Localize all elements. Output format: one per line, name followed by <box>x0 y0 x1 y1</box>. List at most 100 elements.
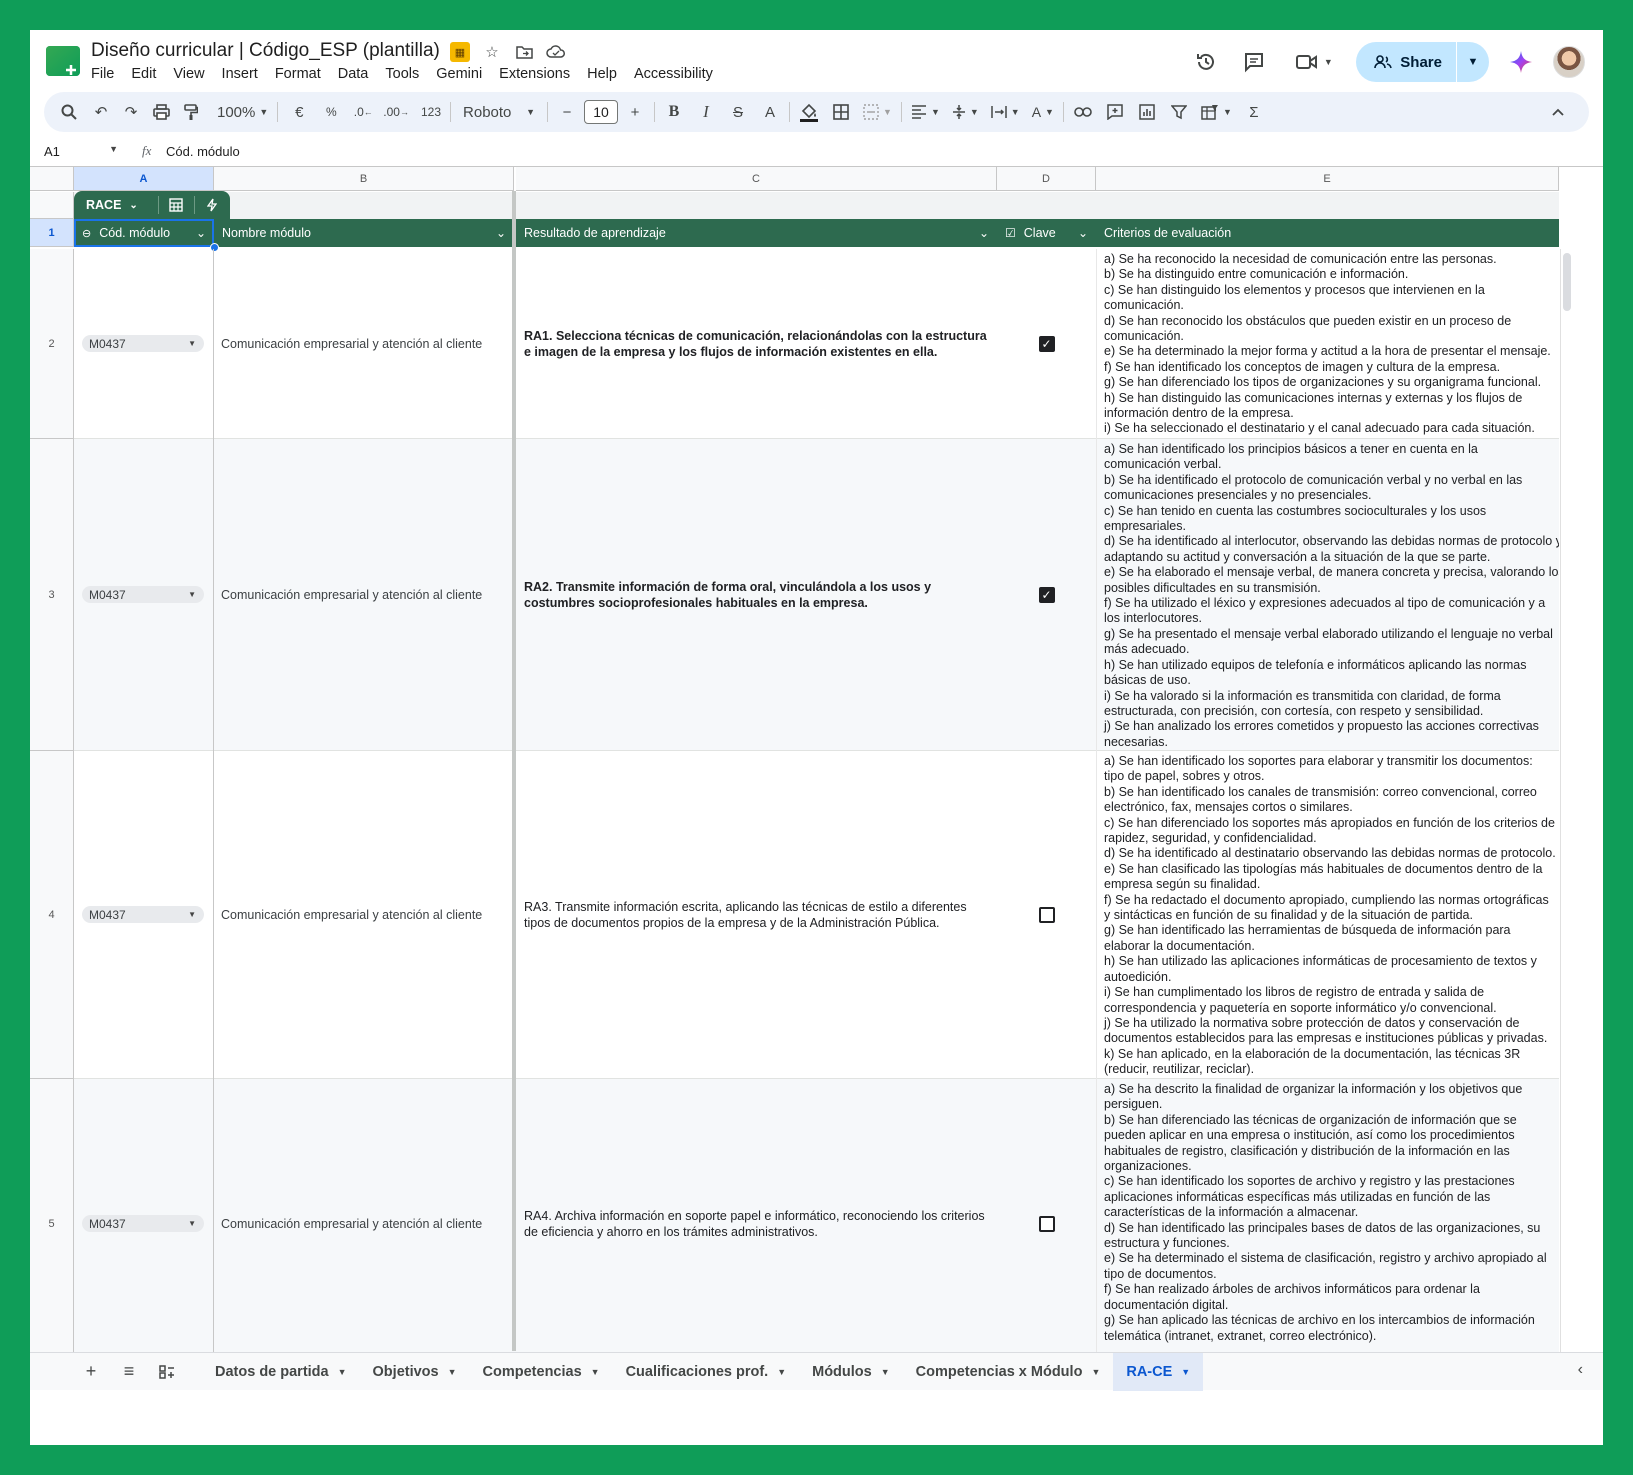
insert-comment-icon[interactable] <box>1102 98 1128 126</box>
text-rotation-icon[interactable]: A ▼ <box>1029 98 1057 126</box>
sheet-tab-menu-icon[interactable]: ▼ <box>591 1367 600 1377</box>
sheet-tab-menu-icon[interactable]: ▼ <box>881 1367 890 1377</box>
cell-clave[interactable] <box>997 1079 1096 1368</box>
column-menu-chevron-icon[interactable]: ⌄ <box>196 226 206 240</box>
cell-resultado[interactable]: RA1. Selecciona técnicas de comunicación… <box>516 249 997 438</box>
increase-font-size-button[interactable]: + <box>622 98 648 126</box>
cell-clave[interactable] <box>997 751 1096 1078</box>
functions-icon[interactable]: Σ <box>1241 98 1267 126</box>
select-all-corner[interactable] <box>30 167 74 191</box>
table-automation-bolt-icon[interactable] <box>195 196 231 214</box>
cell-codigo[interactable]: M0437 ▼ <box>74 1079 213 1368</box>
menu-file[interactable]: File <box>91 66 114 82</box>
horizontal-align-icon[interactable]: ▼ <box>908 98 943 126</box>
sheets-logo-icon[interactable] <box>46 46 80 76</box>
star-icon[interactable]: ☆ <box>482 42 502 62</box>
vertical-align-icon[interactable]: ▼ <box>949 98 982 126</box>
column-header-c[interactable]: C <box>516 167 997 191</box>
menu-edit[interactable]: Edit <box>131 66 156 82</box>
clave-checkbox[interactable]: ✓ <box>1038 335 1055 352</box>
formula-input[interactable]: Cód. módulo <box>166 144 240 159</box>
sheet-tab-menu-icon[interactable]: ▼ <box>777 1367 786 1377</box>
row-header-2[interactable]: 2 <box>30 249 74 439</box>
sheet-tab-objetivos[interactable]: Objetivos ▼ <box>360 1353 470 1391</box>
workflow-icon[interactable]: ▦ <box>450 42 470 62</box>
column-header-a[interactable]: A <box>74 167 214 191</box>
cell-criterios[interactable]: a) Se han identificado los soportes para… <box>1096 751 1559 1078</box>
italic-button[interactable]: I <box>693 98 719 126</box>
cell-codigo[interactable]: M0437 ▼ <box>74 751 213 1078</box>
menu-view[interactable]: View <box>173 66 204 82</box>
text-color-button[interactable]: A <box>757 98 783 126</box>
cell-codigo[interactable]: M0437 ▼ <box>74 439 213 750</box>
cell-codigo[interactable]: M0437 ▼ <box>74 249 213 438</box>
merge-cells-icon[interactable]: ▼ <box>860 98 895 126</box>
all-sheets-icon[interactable]: ≡ <box>110 1355 148 1389</box>
clave-checkbox[interactable] <box>1038 906 1055 923</box>
decrease-decimal-button[interactable]: .0 ← <box>350 98 376 126</box>
font-family-select[interactable]: Roboto ▼ <box>457 98 541 126</box>
cell-criterios[interactable]: a) Se ha reconocido la necesidad de comu… <box>1096 249 1559 438</box>
cell-nombre[interactable]: Comunicación empresarial y atención al c… <box>213 1079 513 1368</box>
sheet-list-view-icon[interactable] <box>148 1355 186 1389</box>
menu-tools[interactable]: Tools <box>385 66 419 82</box>
font-size-input[interactable]: 10 <box>584 100 619 124</box>
table-name-tab[interactable]: RACE ⌄ <box>74 191 230 219</box>
sheet-tab-menu-icon[interactable]: ▼ <box>338 1367 347 1377</box>
share-dropdown-icon[interactable]: ▼ <box>1457 42 1489 82</box>
sheet-tab-ra-ce[interactable]: RA-CE ▼ <box>1113 1352 1204 1391</box>
sheet-tab-menu-icon[interactable]: ▼ <box>448 1367 457 1377</box>
menu-extensions[interactable]: Extensions <box>499 66 570 82</box>
insert-chart-icon[interactable] <box>1134 98 1160 126</box>
print-icon[interactable] <box>148 98 174 126</box>
format-currency-button[interactable]: € <box>286 98 312 126</box>
sheet-tab-menu-icon[interactable]: ▼ <box>1091 1367 1100 1377</box>
row-header-3[interactable]: 3 <box>30 439 74 751</box>
cell-clave[interactable]: ✓ <box>997 249 1096 438</box>
column-menu-chevron-icon[interactable]: ⌄ <box>979 226 989 240</box>
column-menu-chevron-icon[interactable]: ⌄ <box>496 226 506 240</box>
bold-button[interactable]: B <box>661 98 687 126</box>
vertical-scrollbar[interactable] <box>1560 249 1573 1359</box>
insert-link-icon[interactable] <box>1070 98 1096 126</box>
row-header-1[interactable]: 1 <box>30 219 74 247</box>
increase-decimal-button[interactable]: .00 → <box>380 98 412 126</box>
decrease-font-size-button[interactable]: − <box>554 98 580 126</box>
text-wrapping-icon[interactable]: ▼ <box>988 98 1023 126</box>
dropdown-chip[interactable]: M0437 ▼ <box>82 1215 204 1232</box>
clave-checkbox[interactable]: ✓ <box>1038 586 1055 603</box>
cell-nombre[interactable]: Comunicación empresarial y atención al c… <box>213 249 513 438</box>
cell-criterios[interactable]: a) Se han identificado los principios bá… <box>1096 439 1559 750</box>
sheet-tab-datos-de-partida[interactable]: Datos de partida ▼ <box>202 1353 360 1391</box>
frozen-column-divider[interactable] <box>512 191 516 1351</box>
row-header-4[interactable]: 4 <box>30 751 74 1079</box>
share-button[interactable]: Share ▼ <box>1356 42 1489 82</box>
menu-gemini[interactable]: Gemini <box>436 66 482 82</box>
column-menu-chevron-icon[interactable]: ⌄ <box>1078 226 1088 240</box>
cell-resultado[interactable]: RA4. Archiva información en soporte pape… <box>516 1079 997 1368</box>
document-title[interactable]: Diseño curricular | Código_ESP (plantill… <box>91 40 440 62</box>
more-formats-button[interactable]: 123 <box>418 98 444 126</box>
cell-criterios[interactable]: a) Se ha descrito la finalidad de organi… <box>1096 1079 1559 1368</box>
hide-menus-icon[interactable] <box>1545 98 1571 126</box>
meet-video-icon[interactable]: ▼ <box>1288 42 1340 82</box>
sheet-tab-competencias-x-modulo[interactable]: Competencias x Módulo ▼ <box>903 1353 1114 1391</box>
sheet-grid[interactable]: A B C D E RACE ⌄ 1 2 3 4 5 ⊖ Cód. módulo … <box>30 166 1603 1428</box>
vertical-scroll-thumb[interactable] <box>1563 253 1571 311</box>
borders-icon[interactable] <box>828 98 854 126</box>
strikethrough-button[interactable]: S <box>725 98 751 126</box>
menu-help[interactable]: Help <box>587 66 617 82</box>
user-avatar[interactable] <box>1553 46 1585 78</box>
menu-data[interactable]: Data <box>338 66 369 82</box>
header-nombre-modulo[interactable]: Nombre módulo ⌄ <box>214 219 514 247</box>
dropdown-chip[interactable]: M0437 ▼ <box>82 335 204 352</box>
name-box[interactable]: A1 ▼ <box>30 144 126 159</box>
sheet-tab-modulos[interactable]: Módulos ▼ <box>799 1353 903 1391</box>
undo-icon[interactable]: ↶ <box>88 98 114 126</box>
clave-checkbox[interactable] <box>1038 1215 1055 1232</box>
paint-format-icon[interactable] <box>178 98 204 126</box>
format-percent-button[interactable]: % <box>318 98 344 126</box>
move-folder-icon[interactable] <box>514 42 534 62</box>
header-clave[interactable]: ☑ Clave ⌄ <box>997 219 1096 247</box>
redo-icon[interactable]: ↷ <box>118 98 144 126</box>
